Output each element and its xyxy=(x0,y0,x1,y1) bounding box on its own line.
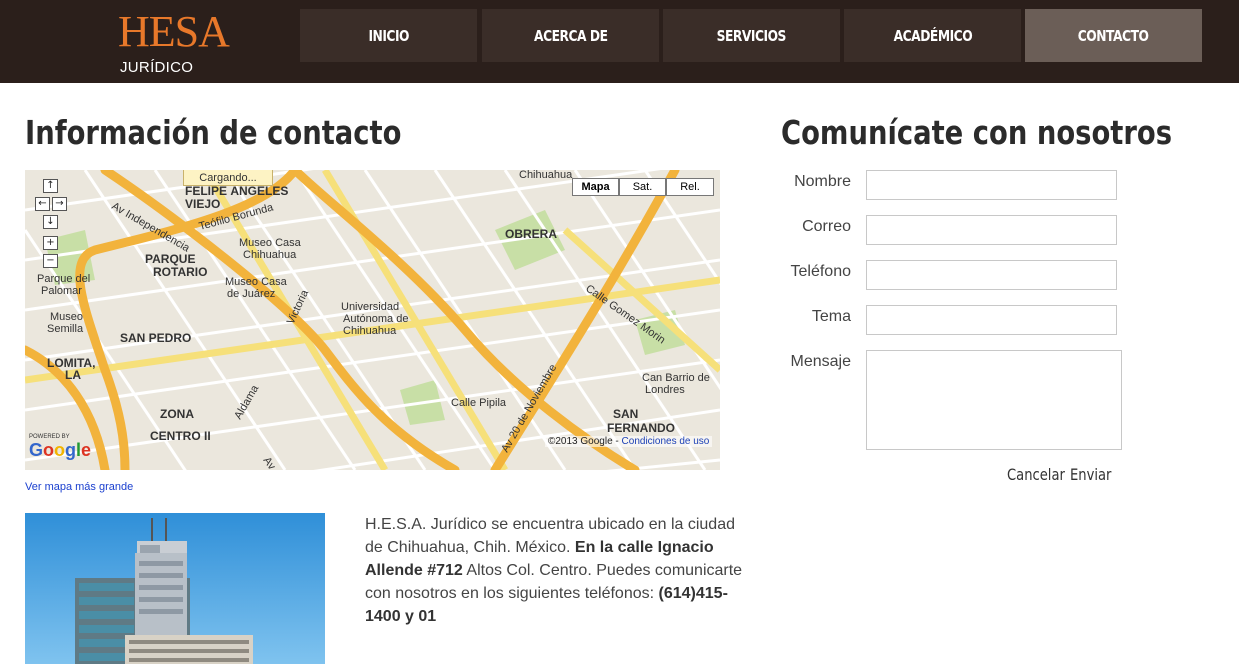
correo-field[interactable] xyxy=(866,215,1117,245)
mensaje-label: Mensaje xyxy=(790,353,851,370)
map-label-san-pedro: SAN PEDRO xyxy=(120,331,191,345)
map-label-chihuahua-uni: Chihuahua xyxy=(343,325,397,337)
map-copyright: ©2013 Google - Condiciones de uso xyxy=(545,436,713,447)
contact-form-title: Comunícate con nosotros xyxy=(781,113,1173,152)
contact-info-title: Información de contacto xyxy=(25,113,402,152)
map-zoom-in-icon[interactable]: + xyxy=(43,236,58,250)
map-label-museo-semilla: Museo xyxy=(50,311,83,323)
map-type-map-button[interactable]: Mapa xyxy=(572,178,619,196)
top-header: HESA JURÍDICO INICIO ACERCA DE SERVICIOS… xyxy=(0,0,1239,83)
map-label-chihuahua-museo: Chihuahua xyxy=(243,249,297,261)
map-label-viejo: VIEJO xyxy=(185,197,220,211)
nav-contacto[interactable]: CONTACTO xyxy=(1025,9,1202,62)
map-label-parque-rotario: PARQUE xyxy=(145,252,195,266)
map-label-semilla: Semilla xyxy=(47,323,84,335)
map-pan-down-icon[interactable]: ↓ xyxy=(43,215,58,229)
map-label-centro-ii: CENTRO II xyxy=(150,429,211,443)
telefono-field[interactable] xyxy=(866,260,1117,290)
map-label-museo-casa: Museo Casa xyxy=(239,237,302,249)
tema-label: Tema xyxy=(811,308,851,325)
telefono-label: Teléfono xyxy=(790,263,852,280)
map-label-parque-palomar: Parque del xyxy=(37,273,90,285)
map-label-san-fernando: SAN xyxy=(613,407,638,421)
logo-text[interactable]: HESA xyxy=(118,8,230,56)
map-pan-up-icon[interactable]: ↑ xyxy=(43,179,58,193)
map-label-can-barrio: Can Barrio de xyxy=(642,372,710,384)
map-label-palomar: Palomar xyxy=(41,285,82,297)
map-label-museo-juarez: Museo Casa xyxy=(225,276,288,288)
bigger-map-link[interactable]: Ver mapa más grande xyxy=(25,481,133,493)
embedded-map[interactable]: FELIPE ÁNGELES VIEJO Av Independencia Te… xyxy=(25,170,720,470)
map-terms-link[interactable]: Condiciones de uso xyxy=(622,436,710,447)
map-label-parque-rotario-2: ROTARIO xyxy=(153,265,207,279)
map-copyright-text: ©2013 Google - xyxy=(548,436,622,447)
map-label-fernando: FERNANDO xyxy=(607,421,675,435)
map-label-chihuahua: Chihuahua xyxy=(519,170,573,181)
map-label-autonoma: Autónoma de xyxy=(343,313,408,325)
correo-label: Correo xyxy=(802,218,851,235)
map-label-la: LA xyxy=(65,368,81,382)
submit-button[interactable]: Enviar xyxy=(1070,465,1111,484)
logo-subtitle: JURÍDICO xyxy=(120,59,194,76)
google-logo[interactable]: Google xyxy=(29,440,91,461)
map-label-londres: Londres xyxy=(645,384,685,396)
nombre-label: Nombre xyxy=(794,173,851,190)
map-label-universidad: Universidad xyxy=(341,301,399,313)
mensaje-field[interactable] xyxy=(866,350,1122,450)
cancel-button[interactable]: Cancelar xyxy=(1007,465,1065,484)
contact-description: H.E.S.A. Jurídico se encuentra ubicado e… xyxy=(365,513,750,628)
map-canvas[interactable]: FELIPE ÁNGELES VIEJO Av Independencia Te… xyxy=(25,170,720,470)
nav-academico[interactable]: ACADÉMICO xyxy=(844,9,1021,62)
map-label-de-juarez: de Juárez xyxy=(227,288,275,300)
map-pan-right-icon[interactable]: → xyxy=(52,197,67,211)
map-label-calle-pipila: Calle Pipila xyxy=(451,397,507,409)
map-type-relief-button[interactable]: Rel. xyxy=(666,178,714,196)
nav-acerca-de[interactable]: ACERCA DE xyxy=(482,9,659,62)
map-pan-left-icon[interactable]: ← xyxy=(35,197,50,211)
nombre-field[interactable] xyxy=(866,170,1117,200)
nav-servicios[interactable]: SERVICIOS xyxy=(663,9,840,62)
map-loading-indicator: Cargando... xyxy=(183,170,273,186)
nav-inicio[interactable]: INICIO xyxy=(300,9,477,62)
map-label-zona-centro: ZONA xyxy=(160,407,194,421)
map-type-satellite-button[interactable]: Sat. xyxy=(619,178,666,196)
tema-field[interactable] xyxy=(866,305,1117,335)
office-building-photo xyxy=(25,513,325,664)
map-zoom-out-icon[interactable]: − xyxy=(43,254,58,268)
map-label-obrera: OBRERA xyxy=(505,227,557,241)
